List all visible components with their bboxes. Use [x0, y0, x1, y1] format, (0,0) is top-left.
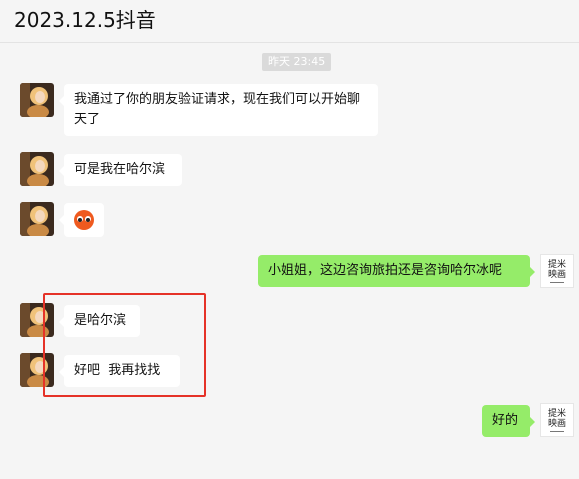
message-text: 可是我在哈尔滨	[74, 162, 166, 177]
message-text: 好的	[492, 413, 519, 428]
chat-header: 2023.12.5抖音 ˊ ˊ	[0, 0, 579, 43]
message-bubble[interactable]	[59, 203, 104, 237]
contact-avatar[interactable]	[20, 83, 54, 117]
avatar-underline	[550, 431, 564, 432]
self-avatar[interactable]: 提米 映画	[540, 254, 574, 288]
message-bubble[interactable]: 可是我在哈尔滨	[59, 154, 182, 186]
contact-avatar[interactable]	[20, 152, 54, 186]
avatar-text: 映画	[547, 270, 566, 280]
message-bubble[interactable]: 小姐姐，这边咨询旅拍还是咨询哈尔冰呢	[258, 255, 535, 287]
avatar-text: 提米	[547, 409, 566, 419]
avatar-text: 提米	[547, 260, 566, 270]
red-highlight-box	[43, 293, 206, 397]
window-control-icon[interactable]: ˊ	[484, 0, 490, 10]
self-avatar[interactable]: 提米 映画	[540, 403, 574, 437]
message-text: 我通过了你的朋友验证请求，现在我们可以开始聊天了	[74, 92, 361, 127]
orange-face-emoji-icon	[74, 210, 94, 230]
contact-avatar[interactable]	[20, 202, 54, 236]
avatar-underline	[550, 282, 564, 283]
message-bubble[interactable]: 好的	[482, 405, 535, 437]
message-text: 小姐姐，这边咨询旅拍还是咨询哈尔冰呢	[268, 263, 503, 278]
message-bubble[interactable]: 我通过了你的朋友验证请求，现在我们可以开始聊天了	[59, 84, 378, 136]
chat-title: 2023.12.5抖音	[14, 8, 156, 32]
message-timestamp: 昨天 23:45	[262, 53, 332, 71]
window-control-icon[interactable]: ˊ	[548, 0, 554, 10]
avatar-text: 映画	[547, 419, 566, 429]
